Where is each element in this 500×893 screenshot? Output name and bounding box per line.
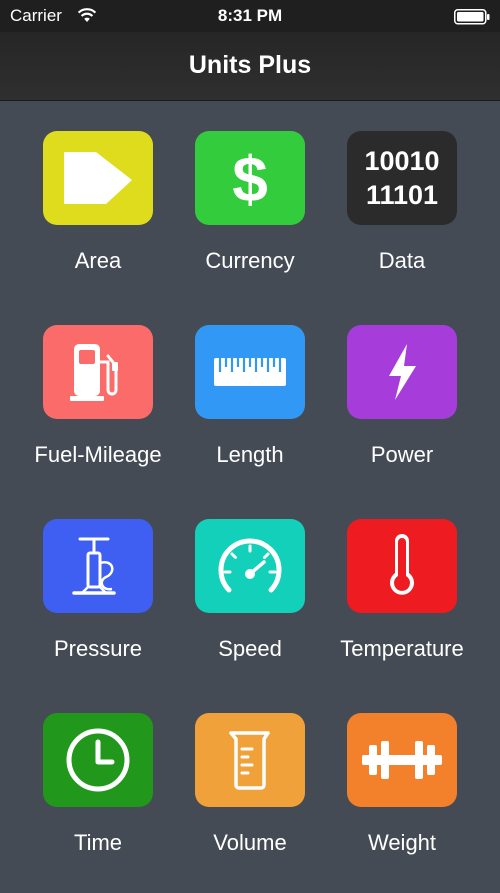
- thermometer-icon: [390, 534, 414, 595]
- category-icon-box: [43, 325, 153, 419]
- category-tile-volume[interactable]: Volume: [174, 713, 324, 893]
- category-icon-box: [195, 325, 305, 419]
- category-tile-data[interactable]: 10010 11101 Data: [326, 131, 476, 311]
- category-icon-box: $: [195, 131, 305, 225]
- category-icon-box: [43, 131, 153, 225]
- category-icon-box: [195, 713, 305, 807]
- category-tile-temperature[interactable]: Temperature: [326, 519, 476, 699]
- category-icon-box: [347, 325, 457, 419]
- category-tile-power[interactable]: Power: [326, 325, 476, 505]
- dollar-sign-icon: $: [232, 146, 268, 210]
- category-tile-speed[interactable]: Speed: [174, 519, 324, 699]
- category-label: Data: [378, 248, 426, 273]
- category-label: Weight: [367, 830, 437, 855]
- navigation-bar: Units Plus: [0, 32, 500, 101]
- dumbbell-icon: [362, 741, 442, 779]
- clock-icon: [66, 728, 130, 792]
- category-label: Temperature: [340, 636, 464, 661]
- binary-digits-icon: 10010 11101: [364, 144, 439, 212]
- category-tile-pressure[interactable]: Pressure: [22, 519, 172, 699]
- category-icon-box: 10010 11101: [347, 131, 457, 225]
- category-icon-box: [195, 519, 305, 613]
- svg-text:$: $: [232, 146, 268, 210]
- category-icon-box: [347, 519, 457, 613]
- category-icon-box: [43, 713, 153, 807]
- category-grid: Area $ Currency 10010 11101 Data Fuel-Mi…: [0, 101, 500, 888]
- category-tile-weight[interactable]: Weight: [326, 713, 476, 893]
- measuring-cup-icon: [229, 731, 270, 790]
- speedometer-icon: [218, 538, 282, 593]
- ruler-icon: [214, 358, 286, 386]
- category-tile-length[interactable]: Length: [174, 325, 324, 505]
- category-tile-area[interactable]: Area: [22, 131, 172, 311]
- category-tile-fuel-mileage[interactable]: Fuel-Mileage: [22, 325, 172, 505]
- page-title: Units Plus: [188, 51, 312, 79]
- category-tile-time[interactable]: Time: [22, 713, 172, 893]
- binary-line: 11101: [365, 180, 439, 210]
- category-icon-box: [43, 519, 153, 613]
- battery-icon: [454, 9, 490, 30]
- status-time: 8:31 PM: [217, 6, 283, 25]
- air-pump-icon: [72, 537, 116, 595]
- status-bar: Carrier 8:31 PM: [0, 0, 500, 32]
- fuel-pump-icon: [70, 344, 118, 401]
- binary-line: 10010: [364, 146, 440, 176]
- category-tile-currency[interactable]: $ Currency: [174, 131, 324, 311]
- category-label: Power: [370, 442, 434, 467]
- area-shape-icon: [64, 152, 132, 204]
- lightning-bolt-icon: [389, 344, 416, 400]
- category-icon-box: [347, 713, 457, 807]
